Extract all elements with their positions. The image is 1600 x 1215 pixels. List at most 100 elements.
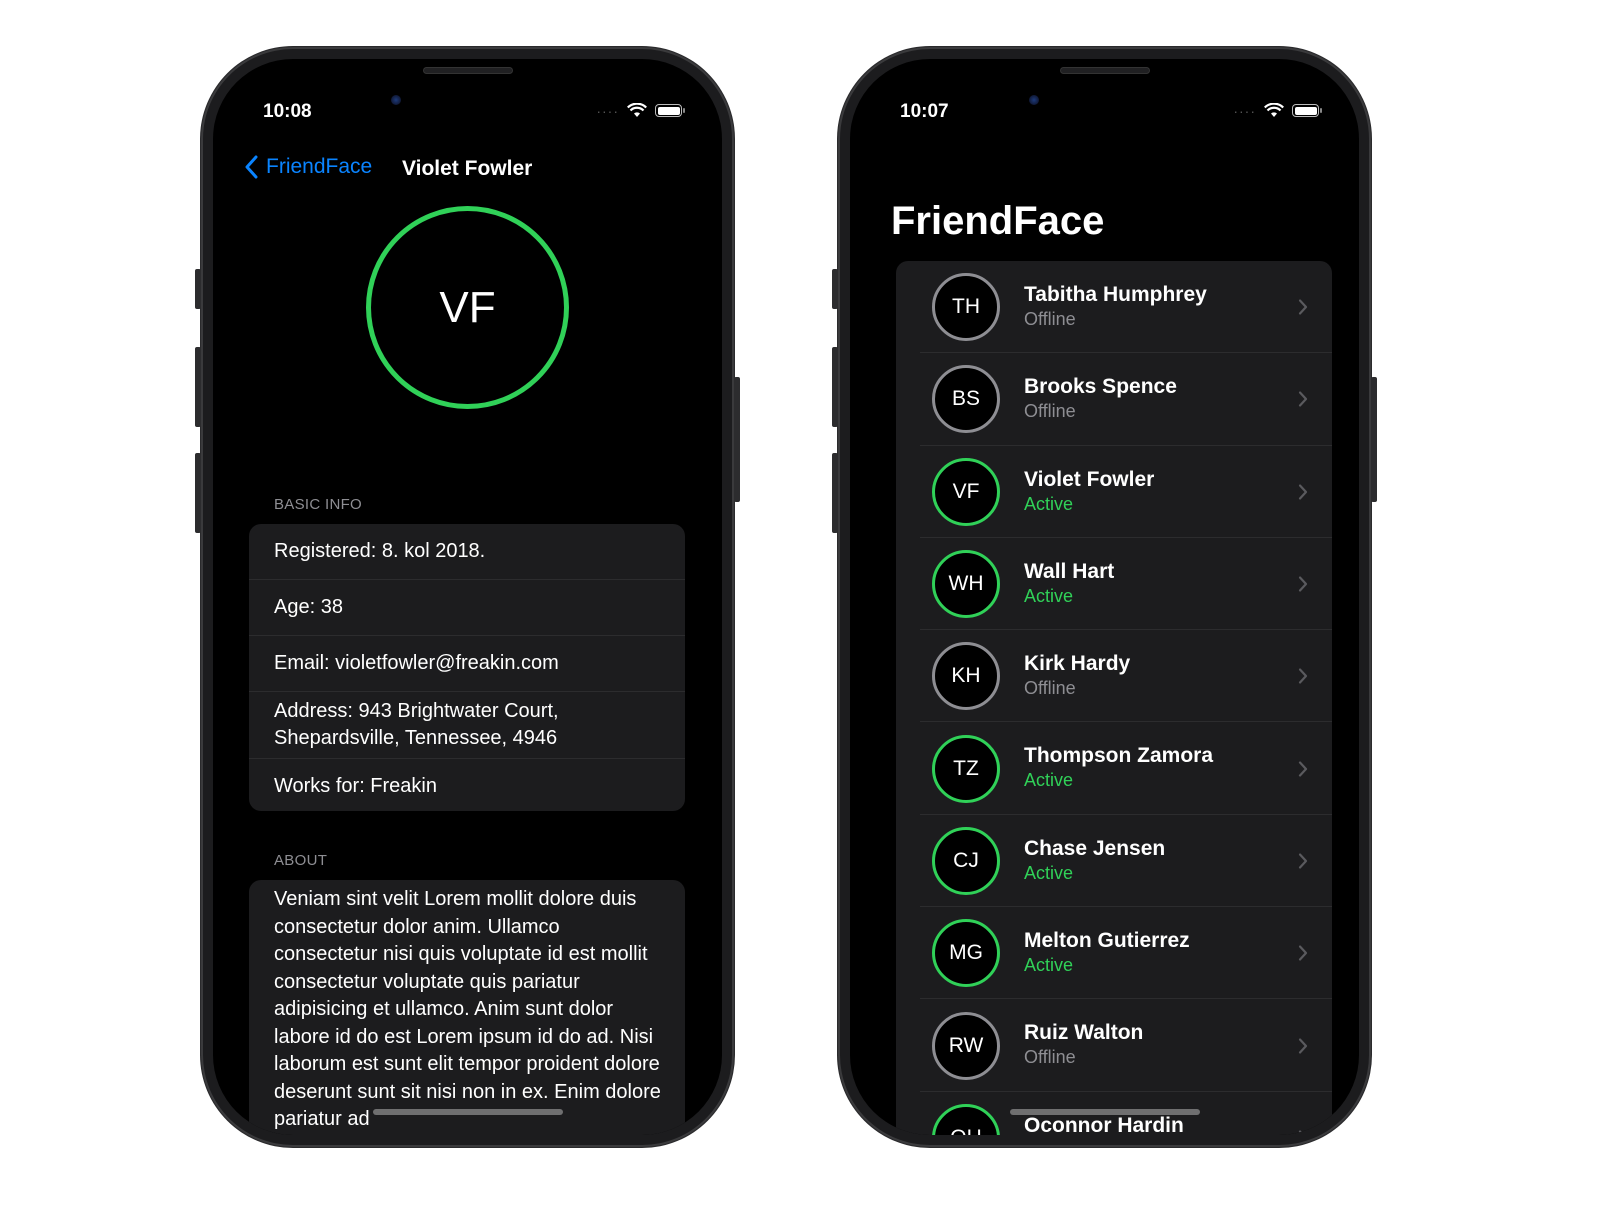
- friend-row-text: Oconnor Hardin Active: [1024, 1114, 1184, 1135]
- friend-row[interactable]: BS Brooks Spence Offline: [896, 353, 1332, 446]
- avatar: VF: [366, 206, 569, 409]
- friend-name: Brooks Spence: [1024, 375, 1177, 399]
- avatar: RW: [932, 1011, 1000, 1080]
- friend-row-text: Ruiz Walton Offline: [1024, 1021, 1143, 1069]
- works-for-row: Works for: Freakin: [274, 775, 437, 797]
- friend-row-text: Brooks Spence Offline: [1024, 375, 1177, 423]
- chevron-right-icon: [1298, 1037, 1308, 1054]
- chevron-right-icon: [1298, 761, 1308, 777]
- friend-list[interactable]: TH Tabitha Humphrey Offline BS Brooks Sp…: [896, 261, 1332, 1135]
- friend-name: Wall Hart: [1024, 559, 1115, 583]
- chevron-right-icon: [1298, 299, 1308, 315]
- avatar: CJ: [932, 826, 1000, 895]
- about-text: Veniam sint velit Lorem mollit dolore du…: [274, 888, 661, 1130]
- home-indicator[interactable]: [1009, 1109, 1200, 1115]
- mute-switch: [195, 269, 201, 309]
- friend-row[interactable]: KH Kirk Hardy Offline: [896, 630, 1332, 723]
- status-label: Active: [1024, 955, 1074, 976]
- friend-name: Oconnor Hardin: [1024, 1113, 1184, 1135]
- back-button-label: FriendFace: [266, 155, 373, 178]
- friend-row-text: Wall Hart Active: [1024, 560, 1114, 608]
- friend-row[interactable]: WH Wall Hart Active: [896, 538, 1332, 631]
- status-label: Active: [1024, 770, 1074, 791]
- avatar: BS: [932, 365, 1000, 434]
- home-indicator[interactable]: [372, 1109, 563, 1115]
- list-screen: 10:07 ···· FriendFace TH Tabitha Humphre…: [850, 59, 1359, 1135]
- friend-row-text: Violet Fowler Active: [1024, 468, 1154, 516]
- address-row: Address: 943 Brightwater Court, Shepards…: [249, 692, 685, 759]
- friend-row[interactable]: CJ Chase Jensen Active: [896, 815, 1332, 908]
- friend-name: Melton Gutierrez: [1024, 929, 1190, 953]
- friend-name: Chase Jensen: [1024, 836, 1166, 860]
- friend-row[interactable]: TH Tabitha Humphrey Offline: [896, 261, 1332, 354]
- mute-switch: [832, 269, 838, 309]
- status-bar: 10:08 ····: [213, 99, 722, 123]
- power-button: [1371, 377, 1377, 502]
- friend-name: Thompson Zamora: [1024, 744, 1214, 768]
- battery-icon: [655, 104, 685, 117]
- signal-dots-icon: ····: [596, 102, 619, 119]
- basic-info-card: Registered: 8. kol 2018. Age: 38 Email: …: [249, 524, 685, 811]
- chevron-right-icon: [1298, 853, 1308, 869]
- status-label: Offline: [1024, 309, 1076, 329]
- friend-row-text: Melton Gutierrez Active: [1024, 929, 1190, 977]
- status-label: Offline: [1024, 1047, 1076, 1068]
- volume-up-button: [832, 347, 838, 427]
- status-label: Active: [1024, 493, 1074, 514]
- friend-name: Violet Fowler: [1024, 467, 1155, 491]
- status-label: Active: [1024, 585, 1074, 606]
- navigation-bar: FriendFace Violet Fowler: [213, 155, 722, 185]
- signal-dots-icon: ····: [1233, 102, 1256, 119]
- page-title: Violet Fowler: [402, 157, 533, 180]
- volume-down-button: [832, 453, 838, 533]
- speaker: [1059, 67, 1150, 74]
- chevron-right-icon: [1298, 484, 1308, 500]
- wifi-icon: [627, 103, 647, 117]
- chevron-right-icon: [1298, 576, 1308, 592]
- speaker: [422, 67, 513, 74]
- chevron-right-icon: [1298, 1130, 1305, 1135]
- page-title: FriendFace: [891, 199, 1105, 243]
- status-label: Active: [1024, 862, 1074, 883]
- avatar: VF: [932, 457, 1000, 526]
- friend-name: Tabitha Humphrey: [1024, 283, 1207, 306]
- status-time: 10:08: [263, 101, 312, 122]
- avatar: KH: [932, 642, 1000, 711]
- avatar: WH: [932, 550, 1000, 619]
- phone-frame-detail: 10:08 ···· FriendFace Violet Fowler VF B…: [195, 47, 740, 1147]
- phone-frame-list: 10:07 ···· FriendFace TH Tabitha Humphre…: [832, 47, 1377, 1147]
- friend-row-text: Thompson Zamora Active: [1024, 744, 1213, 792]
- friend-row-text: Chase Jensen Active: [1024, 837, 1165, 885]
- friend-row[interactable]: TZ Thompson Zamora Active: [896, 722, 1332, 816]
- about-card: Veniam sint velit Lorem mollit dolore du…: [249, 880, 685, 1135]
- friend-row[interactable]: VF Violet Fowler Active: [896, 446, 1332, 539]
- avatar: OH: [932, 1103, 1000, 1135]
- friend-name: Ruiz Walton: [1024, 1021, 1144, 1045]
- power-button: [734, 377, 740, 502]
- battery-icon: [1292, 104, 1322, 117]
- email-row: Email: violetfowler@freakin.com: [249, 636, 685, 692]
- wifi-icon: [1264, 103, 1284, 117]
- friend-row-text: Tabitha Humphrey Offline: [1024, 283, 1207, 331]
- friend-row[interactable]: MG Melton Gutierrez Active: [896, 907, 1332, 1000]
- friend-name: Kirk Hardy: [1024, 652, 1131, 676]
- detail-screen: 10:08 ···· FriendFace Violet Fowler VF B…: [213, 59, 722, 1135]
- volume-down-button: [195, 453, 201, 533]
- chevron-right-icon: [1298, 668, 1308, 684]
- status-bar: 10:07 ····: [850, 99, 1359, 123]
- basic-info-header: BASIC INFO: [274, 496, 363, 513]
- friend-row[interactable]: RW Ruiz Walton Offline: [896, 999, 1332, 1092]
- about-header: ABOUT: [274, 852, 328, 869]
- back-button[interactable]: FriendFace: [245, 155, 372, 179]
- avatar: MG: [932, 919, 1000, 988]
- status-label: Offline: [1024, 401, 1076, 422]
- status-label: Offline: [1024, 678, 1076, 699]
- chevron-right-icon: [1298, 391, 1308, 408]
- avatar: TH: [932, 273, 1000, 342]
- status-time: 10:07: [900, 101, 949, 122]
- volume-up-button: [195, 347, 201, 427]
- registered-row: Registered: 8. kol 2018.: [249, 524, 685, 580]
- chevron-right-icon: [1298, 945, 1308, 961]
- friend-row-text: Kirk Hardy Offline: [1024, 652, 1130, 700]
- age-row: Age: 38: [249, 580, 685, 636]
